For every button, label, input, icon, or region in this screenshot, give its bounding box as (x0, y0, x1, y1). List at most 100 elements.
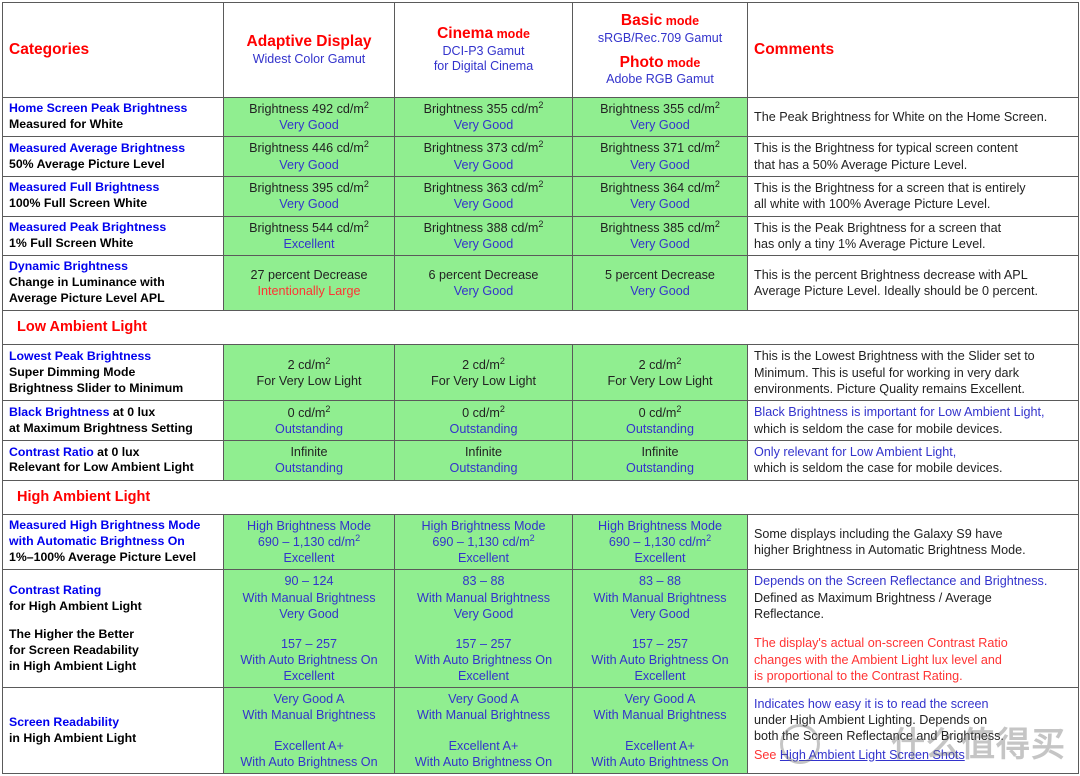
category-line-5: for Screen Readability (9, 642, 139, 657)
value-cell-mode-1: Very Good A With Manual Brightness Excelle… (223, 687, 395, 774)
comment-cell: Black Brightness is important for Low Am… (747, 400, 1079, 442)
value-cell-mode-1: Brightness 446 cd/m2 Very Good (223, 136, 395, 177)
value-rating-2: Excellent (283, 668, 335, 683)
comment-cell: Indicates how easy it is to read the scr… (747, 687, 1079, 774)
value-rating: Outstanding (626, 421, 694, 436)
display-test-table: Categories Adaptive Display Widest Color G… (2, 2, 1079, 774)
category-line-3: Average Picture Level APL (9, 291, 165, 306)
category-line-1: Dynamic Brightness (9, 259, 128, 274)
comment-line-2: which is seldom the case for mobile devi… (754, 461, 1003, 476)
comment-note-line-2: changes with the Ambient Light lux level… (754, 652, 1002, 667)
value-cell-mode-3: High Brightness Mode 690 – 1,130 cd/m2 Exc… (572, 513, 748, 571)
category-line-2: with Automatic Brightness On (9, 534, 185, 549)
value-mode-label: High Brightness Mode (421, 518, 546, 533)
table-row: Measured Full Brightness 100% Full Screen… (2, 175, 1079, 217)
value-cell-mode-1: Infinite Outstanding (223, 440, 395, 481)
comment-line-1: This is the percent Brightness decrease … (754, 267, 1028, 282)
value-secondary: Excellent A+ (274, 738, 344, 753)
category-cell: Lowest Peak Brightness Super Dimming Mode… (2, 344, 224, 402)
value-rating: Very Good (279, 606, 339, 621)
category-line-2: in High Ambient Light (9, 730, 137, 745)
value-rating: Very Good (630, 157, 690, 172)
comment-line-2: under High Ambient Lighting. Depends on (754, 712, 988, 727)
value-measurement: Brightness 395 cd/m2 (249, 179, 369, 196)
value-measurement: 6 percent Decrease (428, 268, 539, 283)
value-cell-mode-3: 83 – 88 With Manual Brightness Very Good 15… (572, 569, 748, 689)
category-cell: Measured Peak Brightness 1% Full Screen W… (2, 215, 224, 257)
value-primary: Very Good A (273, 692, 345, 707)
comment-line-1: The Peak Brightness for White on the Hom… (754, 109, 1048, 124)
value-measurement: 690 – 1,130 cd/m2 (257, 532, 361, 549)
value-cell-mode-3: Brightness 355 cd/m2 Very Good (572, 96, 748, 138)
comment-line-2: that has a 50% Average Picture Level. (754, 157, 968, 172)
category-line-1: Black Brightness at 0 lux (9, 404, 156, 419)
comment-line-2: Minimum. This is useful for working in v… (754, 365, 1020, 380)
value-cell-mode-3: Brightness 371 cd/m2 Very Good (572, 136, 748, 177)
value-primary: Very Good A (624, 692, 696, 707)
comment-line-1: This is the Brightness for typical scree… (754, 141, 1018, 156)
value-cell-mode-2: Brightness 388 cd/m2 Very Good (394, 215, 573, 257)
value-primary: 83 – 88 (462, 574, 505, 589)
value-condition-2: With Auto Brightness On (414, 652, 553, 667)
category-cell: Contrast Ratio at 0 lux Relevant for Low … (2, 440, 224, 481)
value-rating: Very Good (453, 118, 514, 133)
value-measurement: 0 cd/m2 (638, 403, 682, 420)
value-cell-mode-2: Brightness 363 cd/m2 Very Good (394, 175, 573, 217)
value-measurement: 27 percent Decrease (250, 268, 368, 283)
category-line-1: Contrast Ratio at 0 lux (9, 444, 140, 459)
comment-line-1: This is the Peak Brightness for a screen… (754, 220, 1002, 235)
value-measurement: 2 cd/m2 (638, 355, 682, 372)
section-header-cell: Low Ambient Light (2, 310, 1079, 346)
value-condition-2: With Auto Brightness On (414, 754, 553, 769)
comment-line-2: all white with 100% Average Picture Leve… (754, 197, 991, 212)
value-measurement: 690 – 1,130 cd/m2 (608, 532, 712, 549)
value-rating: For Very Low Light (431, 373, 536, 388)
value-measurement: 0 cd/m2 (287, 403, 331, 420)
value-rating: Excellent (283, 551, 335, 566)
value-cell-mode-3: Very Good A With Manual Brightness Excelle… (572, 687, 748, 774)
value-rating: Outstanding (626, 461, 694, 476)
comment-line-1: This is the Brightness for a screen that… (754, 180, 1026, 195)
category-line-1: Home Screen Peak Brightness (9, 101, 188, 116)
value-condition-2: With Auto Brightness On (240, 754, 378, 769)
value-condition: With Manual Brightness (593, 590, 727, 605)
value-rating: Excellent (283, 237, 335, 252)
value-rating: Very Good (630, 284, 690, 299)
value-rating: Outstanding (275, 421, 343, 436)
mode-gamut-2: for Digital Cinema (433, 59, 534, 74)
value-rating: Outstanding (275, 461, 343, 476)
value-mode-label: High Brightness Mode (598, 518, 722, 533)
value-cell-mode-2: 83 – 88 With Manual Brightness Very Good 15… (394, 569, 573, 689)
value-measurement: Infinite (464, 445, 503, 460)
section-header-row: Low Ambient Light (2, 310, 1079, 346)
value-condition: With Manual Brightness (242, 708, 376, 723)
mode-gamut-3: Adobe RGB Gamut (606, 72, 714, 87)
spreadsheet-table-page: Categories Adaptive Display Widest Color G… (0, 0, 1080, 776)
category-line-2: 50% Average Picture Level (9, 156, 165, 171)
value-cell-mode-1: 27 percent Decrease Intentionally Large (223, 255, 395, 312)
value-measurement: 5 percent Decrease (605, 268, 715, 283)
header-categories: Categories (2, 2, 224, 98)
category-line-2: Change in Luminance with (9, 275, 165, 290)
value-rating: Very Good (453, 606, 514, 621)
mode-name-2: Photo mode (619, 53, 701, 71)
category-line-2: 1% Full Screen White (9, 236, 134, 251)
category-cell: Black Brightness at 0 lux at Maximum Brig… (2, 400, 224, 442)
value-measurement: Brightness 371 cd/m2 (600, 139, 720, 156)
table-header-row: Categories Adaptive Display Widest Color G… (2, 2, 1079, 98)
value-measurement: Brightness 355 cd/m2 (423, 99, 544, 116)
comment-line-3: environments. Picture Quality remains Ex… (754, 382, 1025, 397)
value-rating: Very Good (279, 157, 339, 172)
value-rating: For Very Low Light (256, 373, 362, 388)
category-line-1: Lowest Peak Brightness (9, 348, 152, 363)
mode-gamut: DCI-P3 Gamut (442, 44, 525, 59)
table-row: Contrast Ratio at 0 lux Relevant for Low … (2, 440, 1079, 481)
value-cell-mode-1: Brightness 544 cd/m2 Excellent (223, 215, 395, 257)
comment-line-1: Indicates how easy it is to read the scr… (754, 696, 989, 711)
value-rating: Excellent (457, 551, 510, 566)
comment-cell: This is the Brightness for typical scree… (747, 136, 1079, 177)
value-condition: With Manual Brightness (242, 590, 376, 605)
high-ambient-light-screen-shots-link[interactable]: High Ambient Light Screen Shots (780, 748, 965, 762)
value-rating: Very Good (279, 197, 339, 212)
value-rating-2: Excellent (457, 668, 510, 683)
